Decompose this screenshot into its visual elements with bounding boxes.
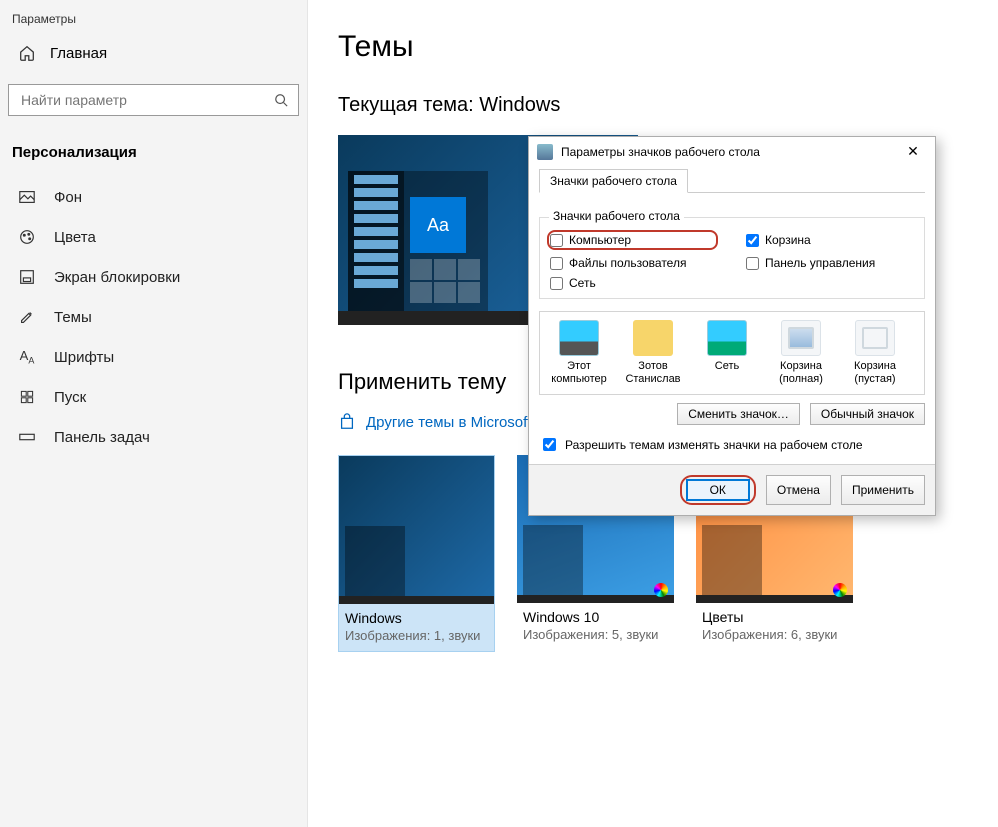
- current-theme-label: Текущая тема: Windows: [338, 94, 998, 117]
- store-link-label: Другие темы в Microsoft S: [366, 414, 546, 431]
- icon-network[interactable]: Сеть: [694, 320, 760, 386]
- dialog-icon: [537, 144, 553, 160]
- icon-label: Корзина(пустая): [842, 360, 908, 386]
- nav-label: Пуск: [54, 389, 86, 406]
- checkbox-allow-themes[interactable]: [543, 438, 556, 451]
- checkbox-network[interactable]: [550, 277, 563, 290]
- ok-button[interactable]: ОК: [686, 479, 750, 501]
- search-icon: [274, 93, 288, 107]
- icon-recycle-full[interactable]: Корзина(полная): [768, 320, 834, 386]
- nav-background[interactable]: Фон: [0, 177, 307, 217]
- icon-recycle-empty[interactable]: Корзина(пустая): [842, 320, 908, 386]
- icon-this-pc[interactable]: Этоткомпьютер: [546, 320, 612, 386]
- nav-fonts[interactable]: AA Шрифты: [0, 337, 307, 377]
- home-nav[interactable]: Главная: [0, 32, 307, 74]
- theme-name: Цветы: [696, 603, 853, 627]
- dialog-titlebar[interactable]: Параметры значков рабочего стола ✕: [529, 137, 935, 166]
- ok-highlight: ОК: [680, 475, 756, 505]
- home-icon: [18, 44, 36, 62]
- check-label: Панель управления: [765, 256, 875, 270]
- theme-card-windows[interactable]: Windows Изображения: 1, звуки: [338, 455, 495, 652]
- close-icon[interactable]: ✕: [899, 143, 927, 160]
- nav-start[interactable]: Пуск: [0, 377, 307, 417]
- section-title: Персонализация: [0, 134, 307, 177]
- theme-meta: Изображения: 1, звуки: [339, 628, 494, 651]
- check-cpanel[interactable]: Панель управления: [746, 256, 914, 270]
- nav-themes[interactable]: Темы: [0, 297, 307, 337]
- store-icon: [338, 413, 356, 431]
- nav-label: Цвета: [54, 229, 96, 246]
- tab-desktop-icons[interactable]: Значки рабочего стола: [539, 169, 688, 193]
- nav-label: Шрифты: [54, 349, 114, 366]
- checkbox-computer[interactable]: [550, 234, 563, 247]
- check-recycle[interactable]: Корзина: [746, 230, 914, 250]
- dialog-title: Параметры значков рабочего стола: [561, 145, 760, 159]
- nav-label: Панель задач: [54, 429, 150, 446]
- theme-name: Windows: [339, 604, 494, 628]
- desktop-icons-dialog: Параметры значков рабочего стола ✕ Значк…: [528, 136, 936, 516]
- theme-name: Windows 10: [517, 603, 674, 627]
- check-label: Корзина: [765, 233, 811, 247]
- checkbox-cpanel[interactable]: [746, 257, 759, 270]
- check-label: Файлы пользователя: [569, 256, 686, 270]
- check-label: Компьютер: [569, 233, 631, 247]
- app-title: Параметры: [0, 0, 307, 32]
- dialog-footer: ОК Отмена Применить: [529, 464, 935, 515]
- default-icon-button[interactable]: Обычный значок: [810, 403, 925, 425]
- palette-icon: [18, 228, 36, 246]
- group-label: Значки рабочего стола: [549, 209, 684, 223]
- brush-icon: [18, 308, 36, 326]
- tab-strip: Значки рабочего стола: [539, 168, 925, 193]
- theme-meta: Изображения: 6, звуки: [696, 627, 853, 650]
- picture-icon: [18, 188, 36, 206]
- preview-start-menu: Aa: [348, 171, 488, 311]
- change-icon-button[interactable]: Сменить значок…: [677, 403, 800, 425]
- home-label: Главная: [50, 45, 107, 62]
- icon-user[interactable]: ЗотовСтанислав: [620, 320, 686, 386]
- icon-label: Корзина(полная): [768, 360, 834, 386]
- taskbar-icon: [18, 428, 36, 446]
- allow-themes-check[interactable]: Разрешить темам изменять значки на рабоч…: [539, 435, 925, 454]
- check-label: Сеть: [569, 276, 596, 290]
- lockscreen-icon: [18, 268, 36, 286]
- checkbox-userfiles[interactable]: [550, 257, 563, 270]
- fonts-icon: AA: [18, 348, 36, 366]
- nav-label: Фон: [54, 189, 82, 206]
- nav-taskbar[interactable]: Панель задач: [0, 417, 307, 457]
- icon-label: ЗотовСтанислав: [620, 360, 686, 386]
- allow-themes-label: Разрешить темам изменять значки на рабоч…: [565, 438, 863, 452]
- start-icon: [18, 388, 36, 406]
- nav-colors[interactable]: Цвета: [0, 217, 307, 257]
- checkbox-recycle[interactable]: [746, 234, 759, 247]
- nav-lockscreen[interactable]: Экран блокировки: [0, 257, 307, 297]
- icon-label: Сеть: [694, 360, 760, 373]
- cancel-button[interactable]: Отмена: [766, 475, 831, 505]
- search-input[interactable]: [19, 91, 274, 109]
- checks-group: Компьютер Корзина Файлы пользователя Пан…: [539, 217, 925, 299]
- icon-listbox[interactable]: Этоткомпьютер ЗотовСтанислав Сеть Корзин…: [539, 311, 925, 395]
- apply-button[interactable]: Применить: [841, 475, 925, 505]
- theme-meta: Изображения: 5, звуки: [517, 627, 674, 650]
- check-computer[interactable]: Компьютер: [547, 230, 718, 250]
- check-userfiles[interactable]: Файлы пользователя: [550, 256, 718, 270]
- search-box[interactable]: [8, 84, 299, 116]
- icon-label: Этоткомпьютер: [546, 360, 612, 386]
- nav-label: Темы: [54, 309, 92, 326]
- sidebar: Параметры Главная Персонализация Фон Цве…: [0, 0, 308, 827]
- nav-label: Экран блокировки: [54, 269, 180, 286]
- preview-tile: Aa: [410, 197, 466, 253]
- page-title: Темы: [338, 30, 998, 64]
- check-network[interactable]: Сеть: [550, 276, 718, 290]
